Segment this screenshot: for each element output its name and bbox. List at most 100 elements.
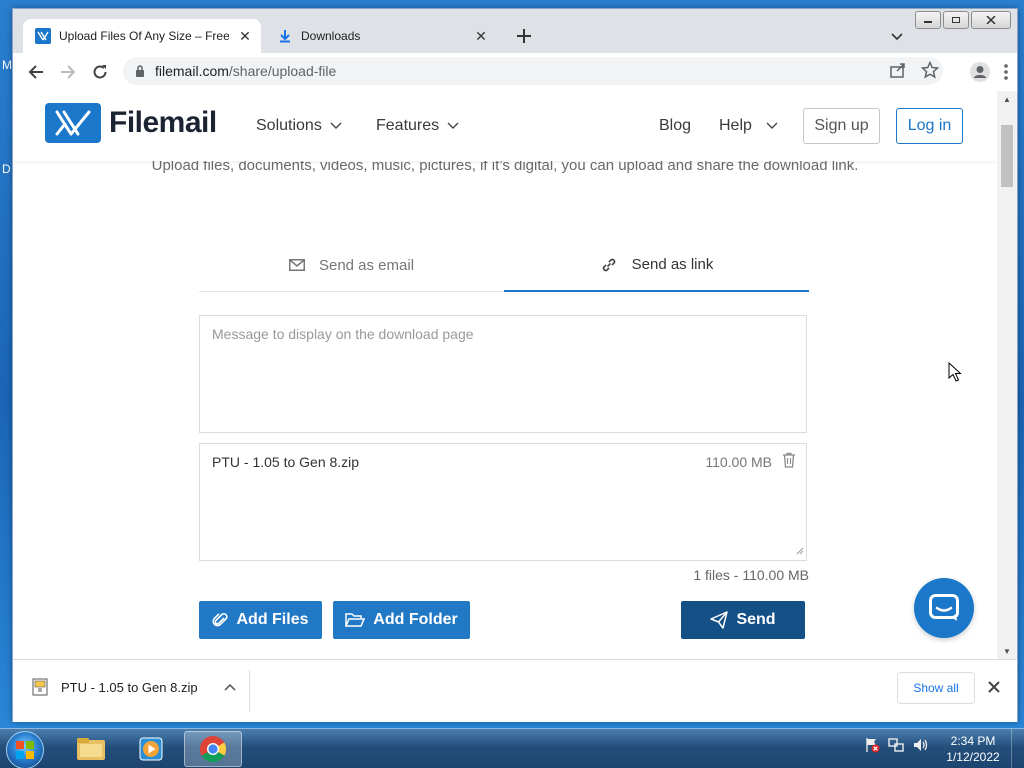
chevron-down-icon xyxy=(330,122,342,130)
send-button[interactable]: Send xyxy=(681,601,805,639)
url-path: /share/upload-file xyxy=(228,63,337,79)
filemail-logo-icon xyxy=(45,103,101,143)
desktop-icon-label[interactable]: M xyxy=(2,58,12,72)
tab-label: Send as email xyxy=(318,256,415,274)
close-icon xyxy=(986,16,996,24)
share-icon[interactable] xyxy=(889,61,907,82)
bookmark-star-icon[interactable] xyxy=(920,60,940,82)
back-button[interactable] xyxy=(25,61,47,83)
close-tab-icon[interactable]: ✕ xyxy=(471,26,491,46)
envelope-icon xyxy=(288,259,305,271)
network-icon[interactable] xyxy=(888,737,904,756)
chrome-icon xyxy=(199,735,227,763)
download-file-name: PTU - 1.05 to Gen 8.zip xyxy=(61,679,198,695)
close-icon xyxy=(988,681,1000,693)
link-icon xyxy=(600,256,618,274)
window-controls xyxy=(915,11,1011,29)
arrow-right-icon xyxy=(61,65,76,79)
zip-file-icon xyxy=(31,678,49,696)
system-tray xyxy=(864,737,928,756)
taskbar-chrome[interactable] xyxy=(184,731,242,767)
reload-button[interactable] xyxy=(89,61,111,83)
paperclip-icon xyxy=(212,611,229,629)
forward-button[interactable] xyxy=(57,61,79,83)
login-button[interactable]: Log in xyxy=(896,108,963,144)
page-scrollbar[interactable]: ▲ ▼ xyxy=(997,91,1017,659)
chevron-down-icon xyxy=(447,122,459,130)
omnibox-actions xyxy=(889,60,940,82)
close-shelf-button[interactable] xyxy=(985,678,1003,696)
clock-date: 1/12/2022 xyxy=(946,750,1000,764)
toolbar-right xyxy=(969,61,1009,86)
shelf-divider xyxy=(249,670,250,712)
file-list: PTU - 1.05 to Gen 8.zip 110.00 MB xyxy=(199,443,807,561)
arrow-left-icon xyxy=(28,65,43,79)
tab-upload-files[interactable]: Upload Files Of Any Size – Free Upload ✕ xyxy=(23,19,261,53)
tab-search-button[interactable] xyxy=(891,29,903,44)
new-tab-button[interactable] xyxy=(513,25,535,47)
menu-kebab-icon[interactable] xyxy=(1003,63,1009,84)
resize-grip-icon[interactable] xyxy=(796,543,804,558)
nav-blog[interactable]: Blog xyxy=(659,117,691,135)
download-shelf: PTU - 1.05 to Gen 8.zip Show all xyxy=(13,659,1017,722)
show-all-downloads-button[interactable]: Show all xyxy=(897,672,975,704)
button-label: Add Files xyxy=(236,611,309,628)
send-mode-tabs: Send as email Send as link xyxy=(199,239,809,292)
filemail-favicon-icon xyxy=(35,28,51,44)
nav-label: Features xyxy=(376,117,440,134)
nav-label: Help xyxy=(719,117,752,134)
scrollbar-thumb[interactable] xyxy=(1001,125,1013,187)
filemail-logo[interactable]: Filemail xyxy=(45,103,217,143)
browser-window: Upload Files Of Any Size – Free Upload ✕… xyxy=(12,8,1018,722)
minimize-button[interactable] xyxy=(915,11,941,29)
show-desktop-button[interactable] xyxy=(1011,729,1024,768)
button-label: Add Folder xyxy=(373,611,458,628)
taskbar-clock[interactable]: 2:34 PM 1/12/2022 xyxy=(944,733,1002,765)
address-bar[interactable]: filemail.com/share/upload-file xyxy=(123,57,943,85)
tab-downloads[interactable]: Downloads ✕ xyxy=(265,19,497,53)
folder-open-icon xyxy=(345,612,366,628)
add-files-button[interactable]: Add Files xyxy=(199,601,322,639)
add-folder-button[interactable]: Add Folder xyxy=(333,601,470,639)
clock-time: 2:34 PM xyxy=(950,734,996,748)
file-size: 110.00 MB xyxy=(705,453,772,470)
start-button[interactable] xyxy=(6,731,44,768)
plus-icon xyxy=(517,29,531,43)
desktop-icon-label[interactable]: D xyxy=(2,162,11,176)
taskbar-media-player[interactable] xyxy=(122,731,180,767)
close-tab-icon[interactable]: ✕ xyxy=(235,26,255,46)
tab-title: Downloads xyxy=(301,29,361,43)
download-icon xyxy=(277,28,293,44)
close-window-button[interactable] xyxy=(971,11,1011,29)
restore-button[interactable] xyxy=(943,11,969,29)
file-list-item: PTU - 1.05 to Gen 8.zip 110.00 MB xyxy=(212,452,796,471)
scroll-down-icon[interactable]: ▼ xyxy=(1003,647,1011,656)
chevron-up-icon[interactable] xyxy=(224,683,236,691)
action-center-flag-icon[interactable] xyxy=(864,737,880,756)
signup-button[interactable]: Sign up xyxy=(803,108,880,144)
trash-icon[interactable] xyxy=(782,452,796,471)
taskbar-explorer[interactable] xyxy=(62,731,120,767)
scroll-up-icon[interactable]: ▲ xyxy=(1003,95,1011,104)
volume-icon[interactable] xyxy=(912,737,928,756)
chat-widget-button[interactable] xyxy=(914,578,974,638)
mouse-cursor-icon xyxy=(948,361,962,385)
tab-send-as-email[interactable]: Send as email xyxy=(199,239,504,291)
nav-solutions[interactable]: Solutions xyxy=(256,117,342,135)
chevron-down-icon xyxy=(766,122,778,130)
site-header: Filemail Solutions Features Blog Help Si… xyxy=(13,91,997,161)
nav-help[interactable]: Help xyxy=(719,117,778,135)
logo-text: Filemail xyxy=(109,106,217,139)
download-item[interactable]: PTU - 1.05 to Gen 8.zip xyxy=(31,678,236,696)
tab-send-as-link[interactable]: Send as link xyxy=(504,239,809,292)
page-viewport: Filemail Solutions Features Blog Help Si… xyxy=(13,91,997,659)
download-page-message-input[interactable]: Message to display on the download page xyxy=(199,315,807,433)
browser-toolbar: filemail.com/share/upload-file xyxy=(13,53,1017,91)
button-label: Send xyxy=(736,611,776,628)
url-host: filemail.com xyxy=(155,63,229,79)
nav-features[interactable]: Features xyxy=(376,117,459,135)
tab-strip: Upload Files Of Any Size – Free Upload ✕… xyxy=(13,9,1017,53)
profile-avatar-icon[interactable] xyxy=(969,61,991,86)
lock-icon[interactable] xyxy=(135,65,145,77)
windows-logo-icon xyxy=(16,741,34,759)
